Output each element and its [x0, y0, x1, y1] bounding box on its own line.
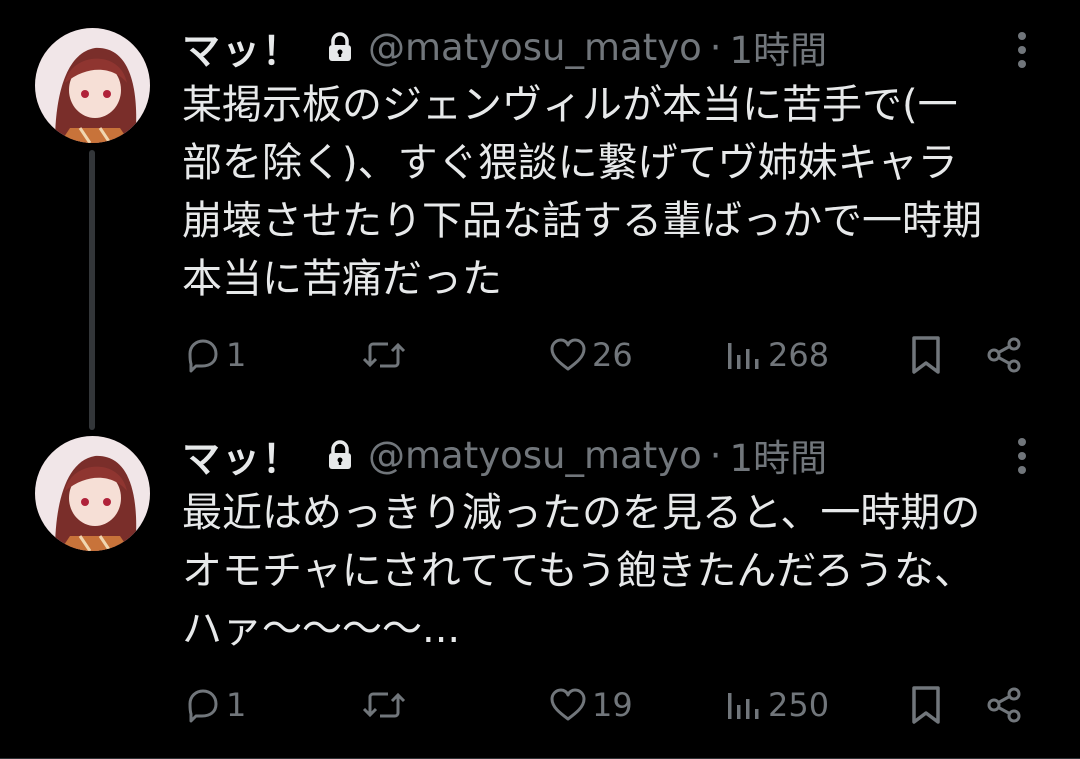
- tweet-header: マッ！ @matyosu_matyo · 1時間: [182, 20, 828, 75]
- share-button[interactable]: [984, 680, 1024, 730]
- tweet-text-line: 最近はめっきり減ったのを見ると、一時期の: [182, 490, 981, 536]
- reply-button[interactable]: 1: [182, 680, 246, 730]
- more-vertical-icon[interactable]: [1010, 436, 1034, 476]
- views-count: 268: [768, 336, 830, 374]
- views-button[interactable]: 268: [724, 330, 829, 380]
- views-button[interactable]: 250: [724, 680, 829, 730]
- retweet-button[interactable]: [360, 680, 412, 730]
- retweet-icon: [360, 335, 408, 375]
- retweet-button[interactable]: [360, 330, 412, 380]
- tweet-actions: 1 26 268: [0, 330, 1080, 380]
- avatar[interactable]: [35, 28, 150, 143]
- share-icon: [984, 335, 1024, 375]
- tweet[interactable]: マッ！ @matyosu_matyo · 1時間 某掲示板のジェンヴィルが本当に…: [0, 0, 1080, 430]
- tweet-actions: 1 19 250: [0, 680, 1080, 730]
- user-handle[interactable]: @matyosu_matyo: [368, 434, 702, 477]
- views-icon: [724, 335, 764, 375]
- more-vertical-icon[interactable]: [1010, 30, 1034, 70]
- reply-count: 1: [226, 336, 247, 374]
- heart-icon: [548, 335, 588, 375]
- display-name[interactable]: マッ！: [182, 20, 302, 75]
- avatar[interactable]: [35, 436, 150, 551]
- tweet-text-line: 本当に苦痛だった: [182, 256, 502, 302]
- bookmark-button[interactable]: [906, 680, 946, 730]
- bookmark-button[interactable]: [906, 330, 946, 380]
- like-count: 19: [592, 686, 633, 724]
- retweet-icon: [360, 685, 408, 725]
- tweet-header: マッ！ @matyosu_matyo · 1時間: [182, 428, 828, 483]
- views-icon: [724, 685, 764, 725]
- avatar-image: [35, 436, 150, 551]
- like-button[interactable]: 26: [548, 330, 633, 380]
- bookmark-icon: [906, 333, 946, 377]
- bookmark-icon: [906, 683, 946, 727]
- separator-dot: ·: [709, 25, 722, 69]
- display-name[interactable]: マッ！: [182, 428, 302, 483]
- thread-connector-line: [89, 150, 95, 430]
- reply-icon: [182, 335, 222, 375]
- tweet-text-line: 崩壊させたり下品な話する輩ばっかで一時期: [182, 198, 982, 244]
- reply-count: 1: [226, 686, 247, 724]
- heart-icon: [548, 685, 588, 725]
- tweet-text-line: 某掲示板のジェンヴィルが本当に苦手で(一: [182, 82, 958, 128]
- tweet-text-line: オモチャにされててもう飽きたんだろうな、: [182, 548, 974, 594]
- separator-dot: ·: [709, 433, 722, 477]
- like-button[interactable]: 19: [548, 680, 633, 730]
- tweet[interactable]: マッ！ @matyosu_matyo · 1時間 最近はめっきり減ったのを見ると…: [0, 418, 1080, 759]
- lock-icon: [326, 440, 354, 470]
- tweet-text: 最近はめっきり減ったのを見ると、一時期の オモチャにされててもう飽きたんだろうな…: [182, 484, 1062, 658]
- like-count: 26: [592, 336, 633, 374]
- reply-button[interactable]: 1: [182, 330, 246, 380]
- share-icon: [984, 685, 1024, 725]
- views-count: 250: [768, 686, 830, 724]
- user-handle[interactable]: @matyosu_matyo: [368, 26, 702, 69]
- timestamp[interactable]: 1時間: [730, 20, 828, 74]
- reply-icon: [182, 685, 222, 725]
- tweet-text-line: 部を除く)、すぐ猥談に繋げてヴ姉妹キャラ: [182, 140, 958, 186]
- tweet-text: 某掲示板のジェンヴィルが本当に苦手で(一 部を除く)、すぐ猥談に繋げてヴ姉妹キャ…: [182, 76, 1062, 308]
- avatar-image: [35, 28, 150, 143]
- share-button[interactable]: [984, 330, 1024, 380]
- lock-icon: [326, 32, 354, 62]
- timestamp[interactable]: 1時間: [730, 428, 828, 482]
- tweet-text-line: ハァ〜〜〜〜...: [182, 606, 461, 652]
